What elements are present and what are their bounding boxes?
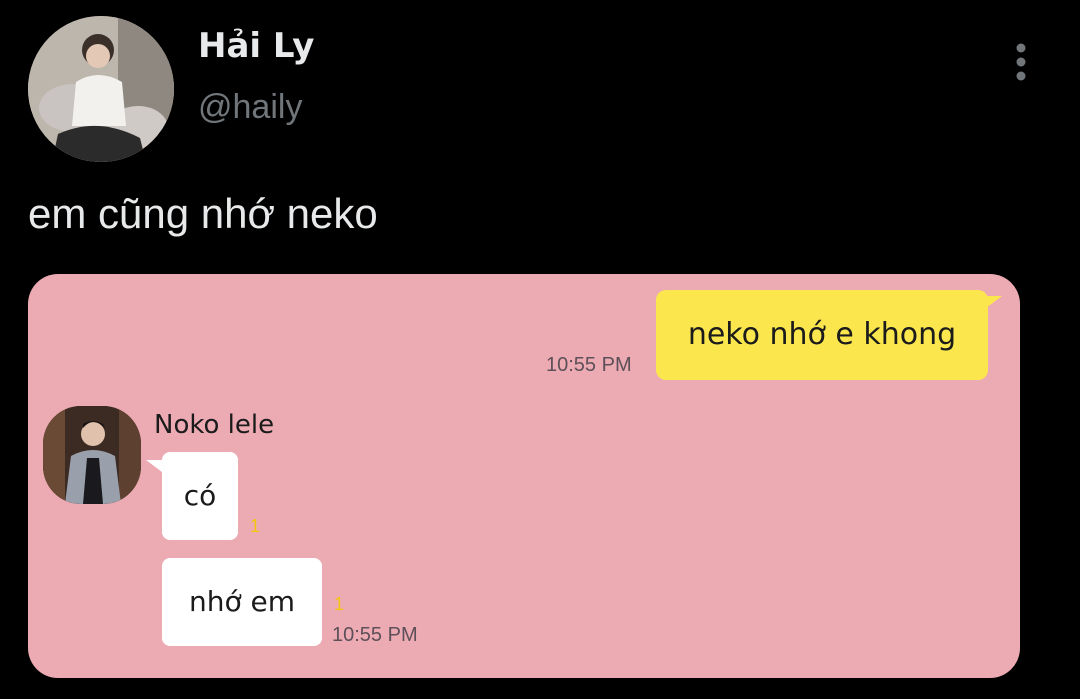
unread-count: 1 <box>334 594 345 614</box>
user-handle[interactable]: @haily <box>198 88 302 127</box>
display-name[interactable]: Hải Ly <box>198 26 314 66</box>
vertical-dots-icon <box>1016 43 1026 81</box>
contact-name: Noko lele <box>154 410 275 440</box>
tweet-text: em cũng nhớ neko <box>28 190 378 237</box>
contact-avatar <box>43 406 141 504</box>
outgoing-message-bubble: neko nhớ e khong <box>656 290 988 380</box>
unread-count: 1 <box>250 516 261 536</box>
incoming-message-bubble: nhớ em <box>162 558 322 646</box>
incoming-message-bubble: có <box>162 452 238 540</box>
incoming-message-time: 10:55 PM <box>332 624 418 646</box>
incoming-bubble-tail <box>146 460 162 472</box>
outgoing-message-time: 10:55 PM <box>546 354 632 376</box>
profile-avatar[interactable] <box>28 16 174 162</box>
contact-avatar-photo <box>43 406 141 504</box>
tweet-media-image[interactable]: 10:55 PM neko nhớ e khong Noko lele có 1… <box>28 274 1020 678</box>
avatar-photo <box>28 16 174 162</box>
more-options-button[interactable] <box>1006 40 1036 84</box>
outgoing-bubble-tail <box>986 296 1002 308</box>
